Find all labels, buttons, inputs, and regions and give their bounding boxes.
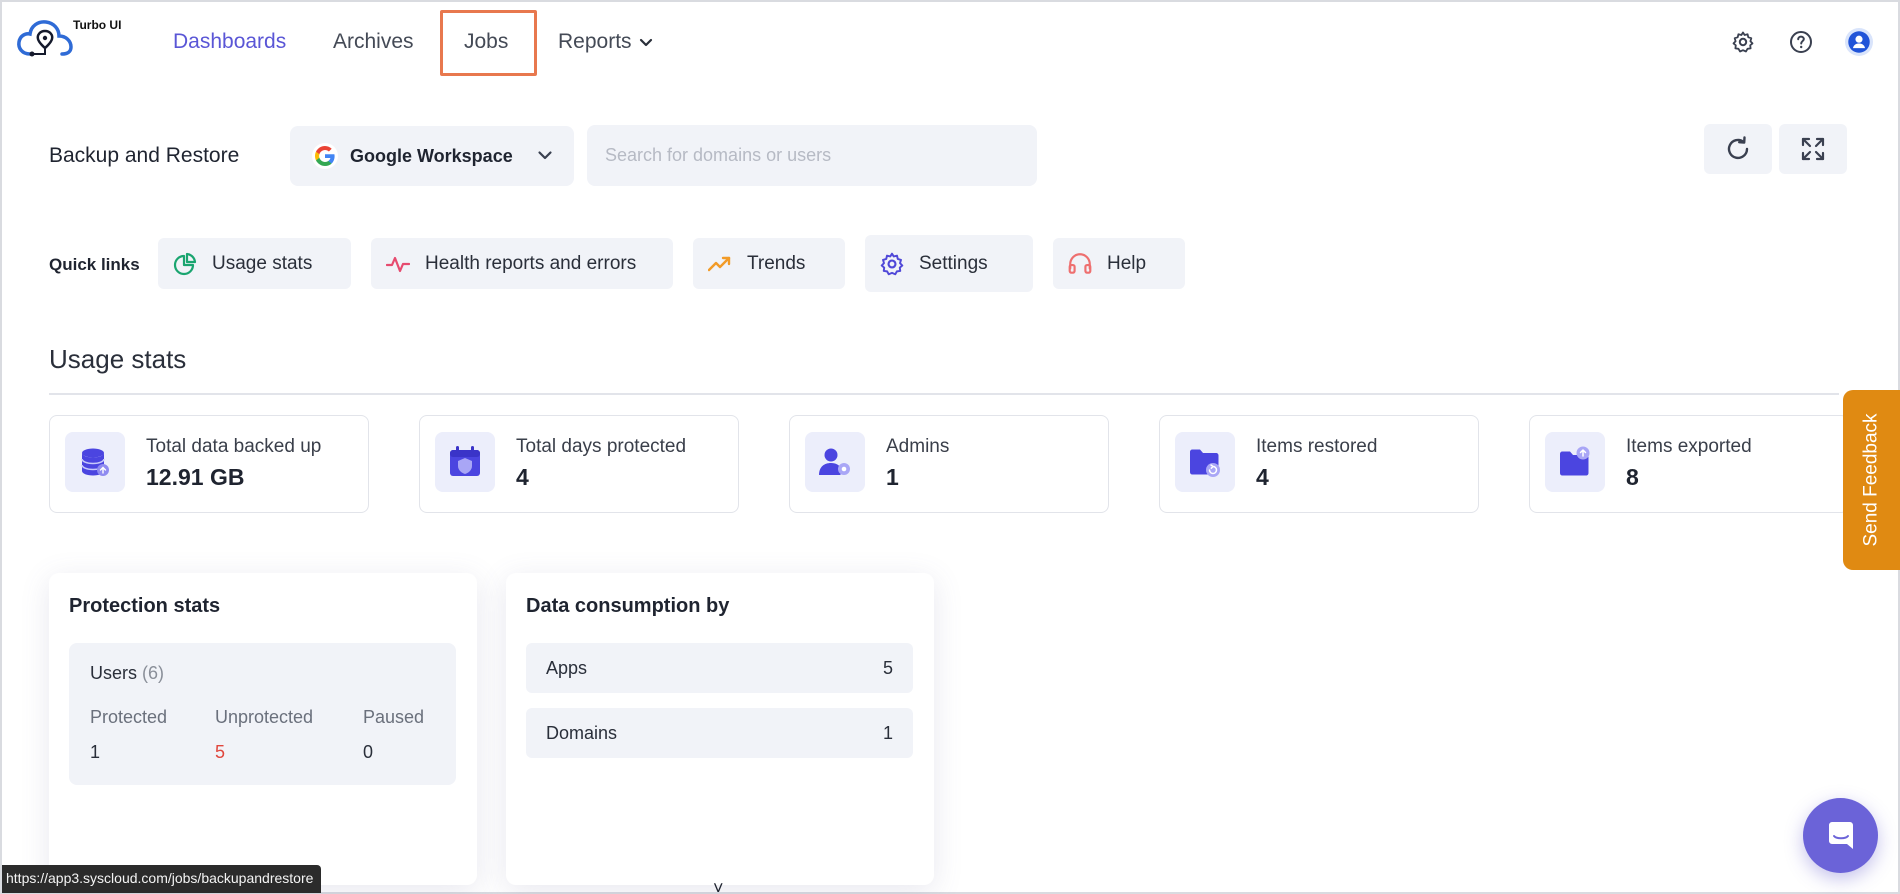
section-divider xyxy=(49,393,1839,395)
quick-links-label: Quick links xyxy=(49,255,140,274)
stat-value: 8 xyxy=(1626,464,1639,490)
nav-archives[interactable]: Archives xyxy=(333,30,414,54)
chat-button[interactable] xyxy=(1803,798,1878,873)
calendar-shield-icon xyxy=(435,432,495,492)
quick-link-label: Help xyxy=(1107,252,1147,274)
consumption-row-apps[interactable]: Apps 5 xyxy=(526,643,913,693)
gear-icon xyxy=(879,251,905,277)
gear-icon[interactable] xyxy=(1729,28,1757,56)
nav-dashboards[interactable]: Dashboards xyxy=(173,30,286,54)
send-feedback-label: Send Feedback xyxy=(1860,413,1882,547)
nav-jobs[interactable]: Jobs xyxy=(464,30,508,54)
folder-export-icon xyxy=(1545,432,1605,492)
stat-label: Total data backed up xyxy=(146,436,322,457)
nav-reports[interactable]: Reports xyxy=(558,30,654,54)
chat-icon xyxy=(1828,821,1853,849)
workspace-label: Google Workspace xyxy=(350,145,513,166)
cloud-logo-icon xyxy=(17,20,73,57)
stat-card-total-data: Total data backed up 12.91 GB xyxy=(49,415,369,513)
stat-value: 1 xyxy=(886,464,899,490)
consumption-row-domains[interactable]: Domains 1 xyxy=(526,708,913,758)
quick-link-trends[interactable]: Trends xyxy=(693,238,845,289)
users-summary: Users (6) Protected Unprotected Paused 1… xyxy=(69,643,456,785)
data-consumption-card: Data consumption by Apps 5 Domains 1 xyxy=(506,573,934,885)
card-title: Protection stats xyxy=(69,595,221,617)
expand-button[interactable] xyxy=(1779,124,1847,174)
quick-link-settings[interactable]: Settings xyxy=(865,235,1033,292)
chevron-down-icon xyxy=(639,38,652,47)
quick-link-label: Trends xyxy=(747,252,806,274)
stat-card-items-restored: Items restored 4 xyxy=(1159,415,1479,513)
collapse-caret-icon[interactable]: ˅ xyxy=(713,878,724,894)
unprotected-label: Unprotected xyxy=(215,707,314,727)
search-input[interactable] xyxy=(587,125,1037,186)
row-label: Apps xyxy=(546,657,588,678)
quick-link-label: Health reports and errors xyxy=(425,252,637,274)
quick-link-help[interactable]: Help xyxy=(1053,238,1185,289)
quick-link-label: Settings xyxy=(919,252,988,274)
paused-label: Paused xyxy=(363,707,425,727)
pie-chart-icon xyxy=(172,251,198,277)
top-nav: Turbo UI Dashboards Archives Jobs Report… xyxy=(0,0,1900,86)
help-icon[interactable] xyxy=(1787,28,1815,56)
stat-label: Items exported xyxy=(1626,436,1752,457)
stat-card-admins: Admins 1 xyxy=(789,415,1109,513)
nav-reports-label: Reports xyxy=(558,30,632,53)
stat-value: 12.91 GB xyxy=(146,464,245,490)
card-title: Data consumption by xyxy=(526,595,730,617)
users-label: Users xyxy=(90,663,138,683)
workspace-select[interactable]: Google Workspace xyxy=(290,126,574,186)
protected-label: Protected xyxy=(90,707,168,727)
page-title: Backup and Restore xyxy=(49,144,240,167)
admin-icon xyxy=(805,432,865,492)
stat-label: Admins xyxy=(886,436,950,457)
database-icon xyxy=(65,432,125,492)
row-value: 5 xyxy=(882,657,893,678)
stat-card-items-exported: Items exported 8 xyxy=(1529,415,1849,513)
stat-card-total-days: Total days protected 4 xyxy=(419,415,739,513)
users-count: (6) xyxy=(142,663,165,683)
send-feedback-tab[interactable]: Send Feedback xyxy=(1843,390,1900,570)
logo[interactable]: Turbo UI xyxy=(16,16,136,66)
usage-stats-title: Usage stats xyxy=(49,344,187,374)
pulse-icon xyxy=(385,251,411,277)
refresh-icon xyxy=(1727,136,1749,160)
quick-link-usage-stats[interactable]: Usage stats xyxy=(158,238,351,289)
stat-label: Items restored xyxy=(1256,436,1378,457)
google-icon xyxy=(312,143,338,169)
chevron-down-icon xyxy=(538,151,552,160)
stat-value: 4 xyxy=(1256,464,1269,490)
quick-link-health-reports[interactable]: Health reports and errors xyxy=(371,238,673,289)
user-icon[interactable] xyxy=(1845,28,1873,56)
folder-restore-icon xyxy=(1175,432,1235,492)
users-heading: Users (6) xyxy=(90,663,164,684)
unprotected-value[interactable]: 5 xyxy=(215,742,225,763)
paused-value: 0 xyxy=(363,742,374,762)
row-value: 1 xyxy=(882,722,893,743)
status-url: https://app3.syscloud.com/jobs/backupand… xyxy=(2,865,322,893)
stat-label: Total days protected xyxy=(516,436,687,457)
expand-icon xyxy=(1801,137,1825,161)
protection-stats-card: Protection stats Users (6) Protected Unp… xyxy=(49,573,477,885)
headphones-icon xyxy=(1067,251,1093,277)
protected-value: 1 xyxy=(90,742,101,762)
quick-link-label: Usage stats xyxy=(212,252,313,274)
row-label: Domains xyxy=(546,722,618,743)
trend-icon xyxy=(707,251,733,277)
stat-value: 4 xyxy=(516,464,529,490)
refresh-button[interactable] xyxy=(1704,124,1772,174)
logo-text: Turbo UI xyxy=(73,18,122,32)
